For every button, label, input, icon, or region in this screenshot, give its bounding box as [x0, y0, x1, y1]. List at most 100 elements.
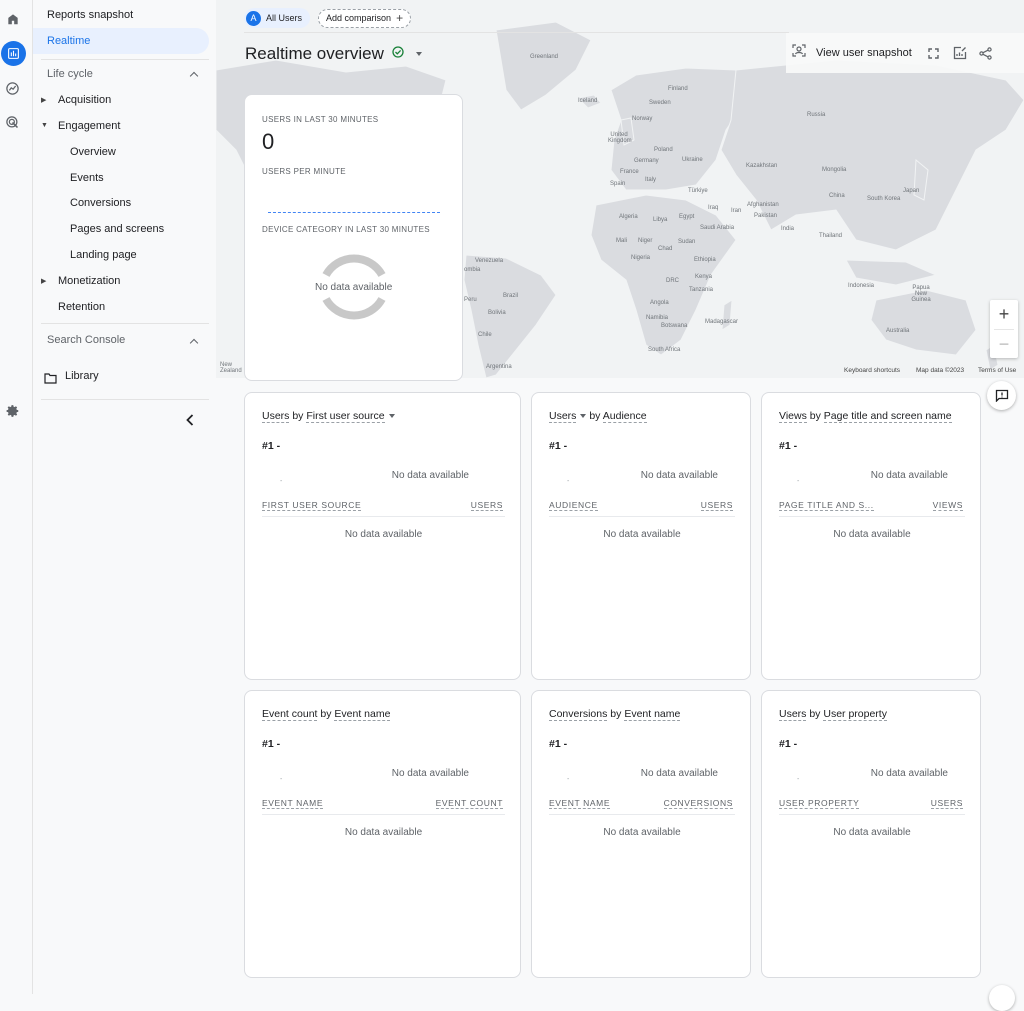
map-label: India [781, 226, 795, 232]
users-per-minute-sparkline[interactable] [268, 212, 440, 213]
view-user-snapshot-button[interactable]: View user snapshot [816, 47, 912, 59]
collapse-sidebar-icon[interactable] [186, 413, 194, 431]
map-label: Libya [653, 217, 668, 223]
sidebar-item-landing-page[interactable]: Landing page [70, 249, 137, 261]
sidebar-item-conversions[interactable]: Conversions [70, 197, 131, 209]
section-search-console[interactable]: Search Console [47, 334, 125, 346]
header-divider [244, 32, 789, 33]
plus-icon: + [396, 11, 404, 25]
card-dimension[interactable]: User property [823, 708, 887, 721]
sidebar-item-realtime[interactable]: Realtime [33, 28, 209, 54]
scroll-top-button[interactable] [989, 985, 1015, 1011]
sidebar-item-engagement[interactable]: Engagement [58, 120, 120, 132]
sidebar-item-overview[interactable]: Overview [70, 146, 116, 158]
card-dimension[interactable]: Event name [334, 708, 391, 721]
map-label: Australia [886, 328, 910, 334]
card-title-by: by [317, 708, 335, 720]
share-icon[interactable] [978, 45, 994, 61]
sidebar-item-monetization[interactable]: Monetization [58, 275, 120, 287]
column-header-dimension[interactable]: PAGE TITLE AND S... [779, 500, 874, 511]
column-header-metric[interactable]: USERS [930, 798, 963, 809]
map-label: New Zealand [220, 362, 242, 374]
users-last-30-value: 0 [262, 129, 275, 154]
gear-icon[interactable] [0, 398, 25, 423]
sidebar-divider [41, 399, 209, 400]
column-header-metric[interactable]: VIEWS [932, 500, 963, 511]
column-header-dimension[interactable]: FIRST USER SOURCE [262, 500, 362, 511]
column-header-dimension[interactable]: AUDIENCE [549, 500, 598, 511]
dimension-dropdown-icon[interactable] [388, 414, 395, 419]
user-snapshot-icon[interactable] [792, 44, 806, 62]
card-title[interactable]: Views by Page title and screen name [779, 410, 952, 423]
card-title-by: by [607, 708, 625, 720]
customize-report-icon[interactable] [952, 45, 968, 61]
advertising-icon[interactable] [0, 110, 25, 135]
add-comparison-button[interactable]: Add comparison + [318, 8, 412, 28]
sidebar-item-events[interactable]: Events [70, 172, 104, 184]
sidebar-item-reports-snapshot[interactable]: Reports snapshot [47, 9, 133, 21]
reports-icon[interactable] [1, 41, 26, 66]
column-header-dimension[interactable]: USER PROPERTY [779, 798, 860, 809]
map-label: Iraq [708, 205, 719, 211]
chevron-up-icon[interactable] [189, 338, 199, 348]
card-title[interactable]: Event count by Event name [262, 708, 391, 721]
column-header-dimension[interactable]: EVENT NAME [262, 798, 324, 809]
report-card-4: Event count by Event name #1 - - No data… [244, 690, 521, 978]
table-header-divider [779, 516, 965, 517]
card-metric[interactable]: Users [262, 410, 290, 423]
zoom-out-button[interactable]: − [990, 330, 1018, 358]
caret-down-icon[interactable]: ▼ [41, 122, 48, 129]
keyboard-shortcuts-link[interactable]: Keyboard shortcuts [844, 367, 900, 374]
card-metric[interactable]: Conversions [549, 708, 608, 721]
caret-right-icon[interactable]: ▶ [41, 96, 46, 104]
folder-icon [44, 371, 57, 389]
column-header-metric[interactable]: EVENT COUNT [435, 798, 503, 809]
users-per-minute-label: USERS PER MINUTE [262, 167, 346, 176]
map-label: Peru [464, 297, 477, 303]
sidebar-item-pages-and-screens[interactable]: Pages and screens [70, 223, 164, 235]
sidebar-item-library[interactable]: Library [65, 370, 99, 382]
card-title[interactable]: Conversions by Event name [549, 708, 681, 721]
column-header-metric[interactable]: USERS [470, 500, 503, 511]
map-label: Argentina [486, 364, 512, 370]
main-content: Greenland Iceland Finland Sweden Norway … [216, 0, 1024, 1011]
sidebar-item-acquisition[interactable]: Acquisition [58, 94, 111, 106]
map-label: Poland [654, 147, 673, 153]
map-label: Germany [634, 158, 659, 164]
fullscreen-icon[interactable] [926, 45, 942, 61]
card-metric[interactable]: Users [549, 410, 577, 423]
column-header-dimension[interactable]: EVENT NAME [549, 798, 611, 809]
card-dimension[interactable]: Event name [624, 708, 681, 721]
card-title[interactable]: Users by User property [779, 708, 887, 721]
section-life-cycle[interactable]: Life cycle [47, 68, 93, 80]
map-label: Mongolia [822, 167, 847, 173]
check-circle-icon[interactable] [392, 45, 404, 63]
card-title[interactable]: Users by Audience [549, 410, 647, 423]
column-header-metric[interactable]: CONVERSIONS [663, 798, 733, 809]
feedback-button[interactable] [987, 381, 1016, 410]
card-metric[interactable]: Users [779, 708, 807, 721]
map-label: Angola [650, 300, 669, 306]
card-title[interactable]: Users by First user source [262, 410, 395, 423]
terms-of-use-link[interactable]: Terms of Use [978, 367, 1016, 374]
chevron-up-icon[interactable] [189, 71, 199, 81]
card-dimension[interactable]: Audience [602, 410, 647, 423]
card-no-data: No data available [870, 768, 948, 779]
zoom-in-button[interactable]: + [990, 300, 1018, 328]
map-label: Bolivia [488, 310, 506, 316]
caret-right-icon[interactable]: ▶ [41, 277, 46, 285]
map-label: ombia [464, 267, 481, 273]
sidebar-item-retention[interactable]: Retention [58, 301, 105, 313]
segment-chip-all-users[interactable]: A All Users [244, 8, 311, 28]
column-header-metric[interactable]: USERS [700, 500, 733, 511]
card-dimension[interactable]: First user source [306, 410, 385, 423]
card-dimension[interactable]: Page title and screen name [823, 410, 952, 423]
map-label: Algeria [619, 214, 638, 220]
home-icon[interactable] [0, 6, 25, 31]
map-label: China [829, 193, 845, 199]
title-dropdown-icon[interactable] [415, 52, 422, 56]
card-metric[interactable]: Event count [262, 708, 318, 721]
sidebar-divider [41, 59, 209, 60]
card-metric[interactable]: Views [779, 410, 807, 423]
explore-icon[interactable] [0, 76, 25, 101]
